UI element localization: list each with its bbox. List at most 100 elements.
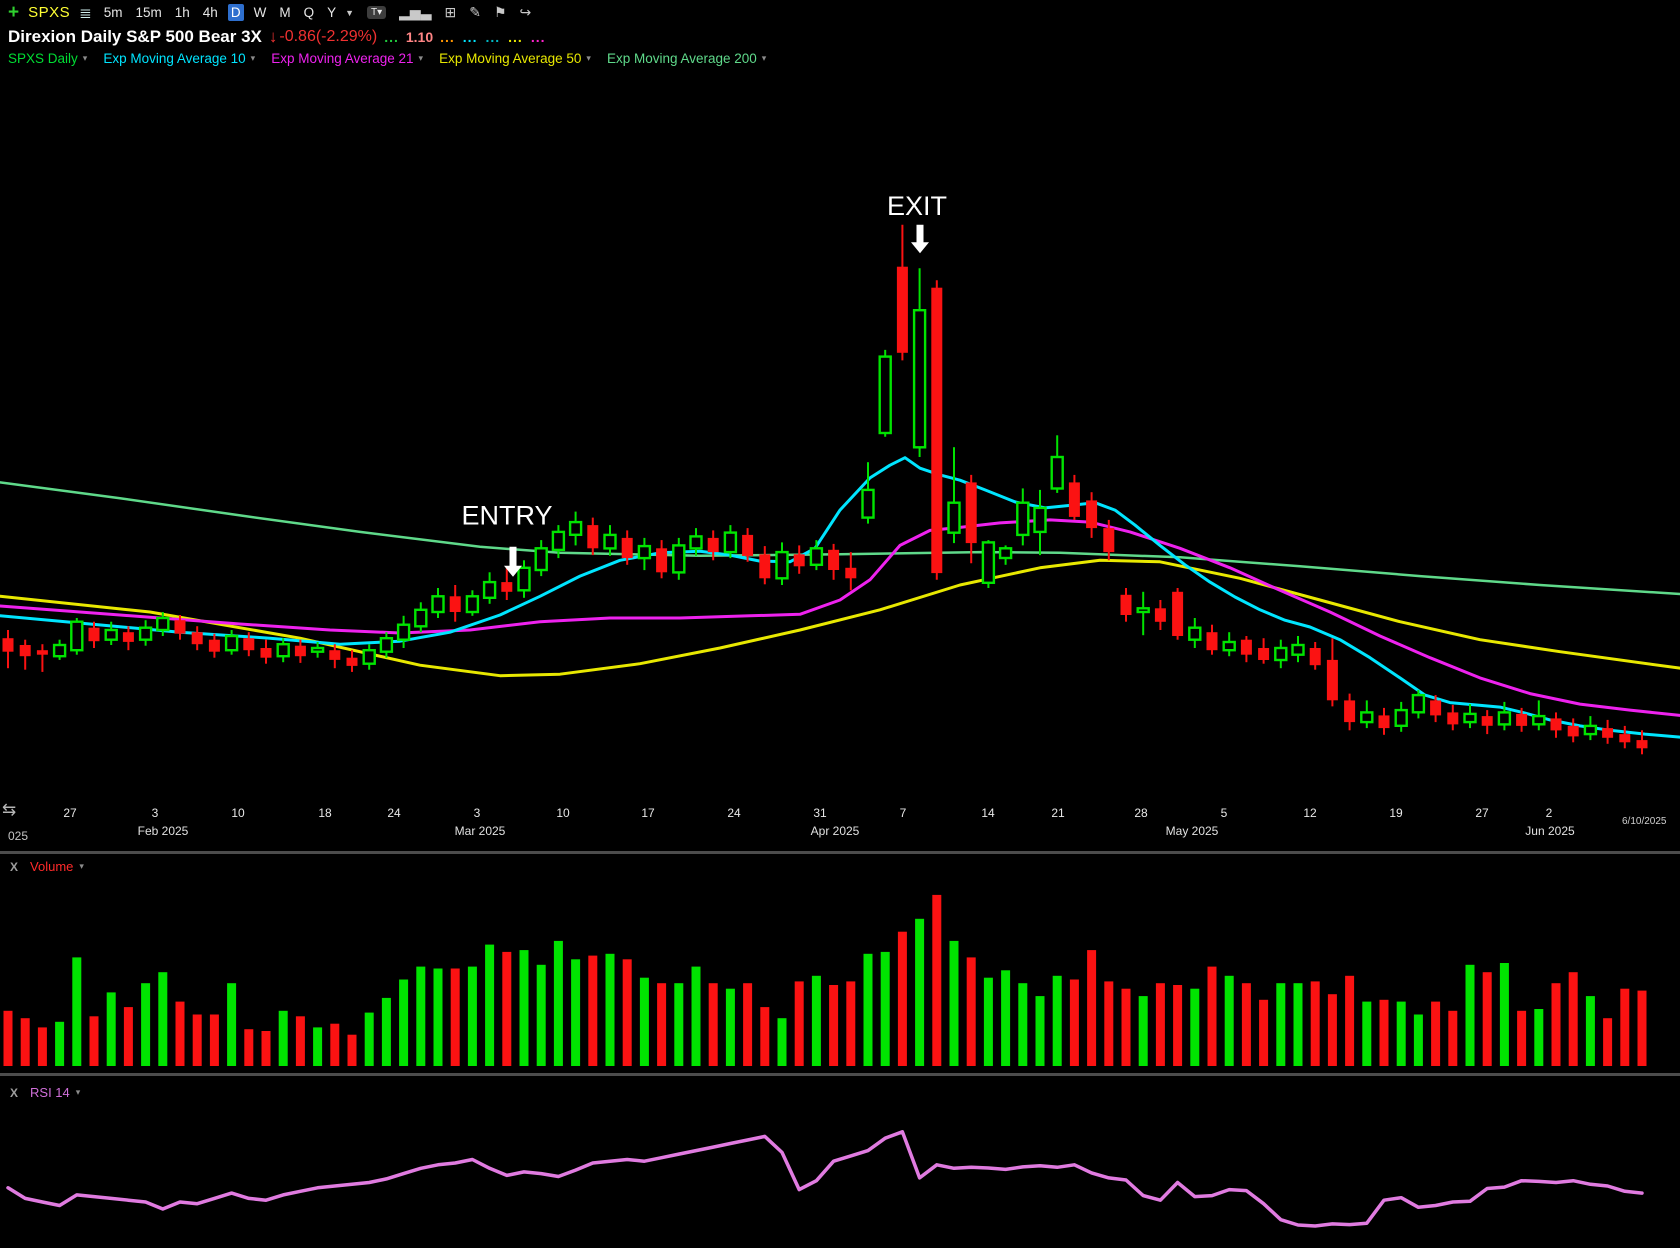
candle-body-down: [192, 632, 203, 644]
day-tick-label: 10: [231, 806, 244, 820]
price-change: -0.86(-2.29%): [279, 28, 377, 46]
candle-body-down: [1344, 700, 1355, 722]
price-chart-surface[interactable]: ENTRY EXIT: [0, 72, 1680, 802]
ema-line-10: [0, 458, 1680, 737]
timeframe-Q[interactable]: Q: [301, 4, 318, 21]
day-tick-label: 10: [556, 806, 569, 820]
candle-body-down: [1155, 608, 1166, 622]
volume-bar: [158, 972, 167, 1066]
legend-label: Exp Moving Average 10: [103, 51, 245, 66]
volume-bar: [520, 950, 529, 1066]
volume-bar: [313, 1027, 322, 1066]
volume-bar: [55, 1022, 64, 1066]
legend-item-0[interactable]: SPXS Daily▾: [8, 51, 87, 66]
day-tick-label: 27: [63, 806, 76, 820]
timeframe-caret-icon[interactable]: ▼: [345, 8, 354, 18]
candle-body-up: [639, 546, 650, 558]
candle-body-up: [467, 596, 478, 612]
instrument-name: Direxion Daily S&P 500 Bear 3X: [8, 27, 262, 47]
panel-divider[interactable]: [0, 851, 1680, 854]
candle-body-down: [897, 267, 908, 353]
rsi-title[interactable]: RSI 14: [30, 1085, 70, 1100]
volume-bar: [1156, 983, 1165, 1066]
volume-close-button[interactable]: X: [10, 860, 18, 874]
timeframe-1h[interactable]: 1h: [172, 4, 193, 21]
candle-body-up: [570, 522, 581, 535]
timeframe-M[interactable]: M: [276, 4, 293, 21]
candle-body-down: [656, 548, 667, 572]
chart-style-icon[interactable]: T▾: [367, 6, 386, 19]
volume-bar: [1534, 1009, 1543, 1066]
timeframe-W[interactable]: W: [251, 4, 270, 21]
candle-body-down: [1447, 712, 1458, 724]
candle-body-down: [708, 538, 719, 552]
candle-body-down: [1482, 716, 1493, 726]
candle-body-up: [983, 542, 994, 582]
candle-body-down: [243, 638, 254, 650]
timeframe-D[interactable]: D: [228, 4, 244, 21]
candle-body-up: [536, 548, 547, 570]
annotation-arrow-exit[interactable]: [911, 225, 929, 254]
candle-body-up: [1189, 628, 1200, 640]
legend-item-3[interactable]: Exp Moving Average 50▾: [439, 51, 591, 66]
candle-body-down: [450, 596, 461, 612]
candle-body-up: [1138, 608, 1149, 612]
annotation-label-entry[interactable]: ENTRY: [461, 500, 552, 530]
candle-body-up: [691, 536, 702, 548]
volume-caret-icon[interactable]: ▾: [79, 861, 84, 872]
legend-caret-icon: ▾: [586, 53, 591, 64]
day-tick-label: 28: [1134, 806, 1147, 820]
volume-bar: [1001, 970, 1010, 1066]
volume-chart-surface[interactable]: [0, 878, 1680, 1070]
flag-icon[interactable]: ⚑: [494, 4, 507, 21]
timeframe-row: 5m 15m 1h 4h DWMQY: [101, 4, 339, 21]
volume-bar: [141, 983, 150, 1066]
timeframe-4h[interactable]: 4h: [200, 4, 221, 21]
candle-body-down: [261, 648, 272, 658]
top-toolbar: + SPXS ≣ 5m 15m 1h 4h DWMQY ▼ T▾ ▂▅▃ ⊞ ✎ ⚑ ↪: [0, 0, 1680, 25]
candle-body-up: [226, 636, 237, 650]
status-dots-icon: ...: [463, 33, 478, 41]
volume-title[interactable]: Volume: [30, 859, 73, 874]
month-tick-label: Mar 2025: [455, 824, 506, 838]
candle-body-down: [1568, 726, 1579, 737]
legend-row: SPXS Daily▾Exp Moving Average 10▾Exp Mov…: [8, 51, 766, 66]
volume-bar: [330, 1024, 339, 1066]
volume-bar: [1500, 963, 1509, 1066]
candle-body-up: [484, 582, 495, 598]
candle-body-down: [347, 658, 358, 666]
timeframe-5m[interactable]: 5m: [101, 4, 126, 21]
candle-body-down: [1430, 700, 1441, 715]
legend-caret-icon: ▾: [762, 53, 767, 64]
bar-chart-icon[interactable]: ▂▅▃: [399, 4, 431, 21]
rsi-chart-surface[interactable]: [0, 1078, 1680, 1248]
day-tick-label: 27: [1475, 806, 1488, 820]
symbol-ticker[interactable]: SPXS: [28, 4, 70, 21]
volume-bar: [846, 981, 855, 1066]
candle-body-down: [1172, 592, 1183, 636]
day-tick-label: 17: [641, 806, 654, 820]
candle-body-up: [1275, 648, 1286, 660]
panel-divider[interactable]: [0, 1073, 1680, 1076]
volume-bar: [1294, 983, 1303, 1066]
legend-item-2[interactable]: Exp Moving Average 21▾: [271, 51, 423, 66]
volume-bar: [296, 1016, 305, 1066]
volume-bar: [399, 980, 408, 1067]
share-icon[interactable]: ↪: [520, 4, 532, 21]
timeframe-Y[interactable]: Y: [324, 4, 339, 21]
annotation-label-exit[interactable]: EXIT: [887, 191, 947, 221]
volume-bar: [898, 932, 907, 1066]
pan-reset-icon[interactable]: ⇆: [2, 800, 16, 820]
tool-icon-row: T▾ ▂▅▃ ⊞ ✎ ⚑ ↪: [367, 4, 531, 21]
legend-item-1[interactable]: Exp Moving Average 10▾: [103, 51, 255, 66]
watchlist-icon[interactable]: ≣: [79, 4, 92, 22]
timeframe-15m[interactable]: 15m: [132, 4, 164, 21]
table-add-icon[interactable]: ⊞: [444, 4, 456, 21]
draw-pencil-icon[interactable]: ✎: [469, 4, 481, 21]
rsi-close-button[interactable]: X: [10, 1086, 18, 1100]
rsi-caret-icon[interactable]: ▾: [76, 1087, 81, 1098]
candle-body-up: [519, 568, 530, 591]
legend-item-4[interactable]: Exp Moving Average 200▾: [607, 51, 766, 66]
add-symbol-icon[interactable]: +: [8, 4, 19, 22]
volume-bar: [743, 983, 752, 1066]
